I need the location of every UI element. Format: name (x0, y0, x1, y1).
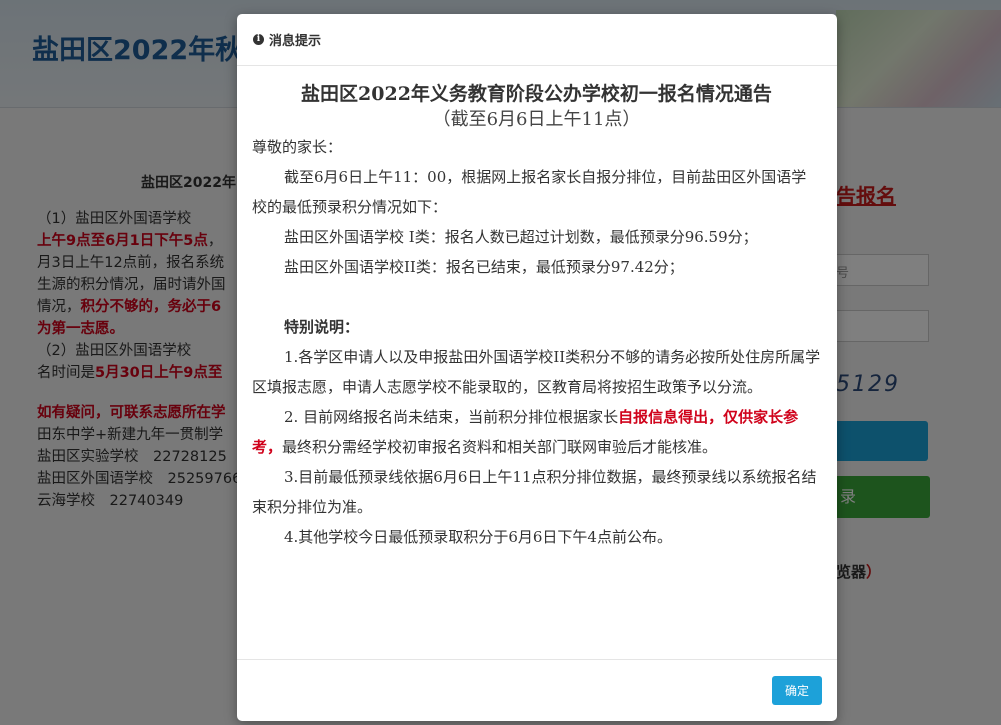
note-4: 4.其他学校今日最低预录取积分于6月6日下午4点前公布。 (284, 528, 672, 546)
notice-title: 盐田区2022年义务教育阶段公办学校初一报名情况通告 (301, 83, 772, 105)
message-dialog: i 消息提示 盐田区2022年义务教育阶段公办学校初一报名情况通告 （截至6月6… (237, 14, 837, 721)
notice-subtitle: （截至6月6日上午11点） (432, 109, 641, 130)
dialog-title: 消息提示 (269, 34, 322, 49)
info-circle-icon: i (253, 34, 264, 45)
class-one-result: 盐田区外国语学校 I类：报名人数已超过计划数，最低预录分96.59分； (284, 228, 758, 246)
class-two-result: 盐田区外国语学校II类：报名已结束，最低预录分97.42分； (284, 258, 684, 276)
note-2-text-a: 2. 目前网络报名尚未结束，当前积分排位根据家长 (284, 408, 619, 426)
greeting: 尊敬的家长： (252, 138, 343, 156)
note-3: 3.目前最低预录线依据6月6日上午11点积分排位数据，最终预录线以系统报名结束积… (252, 468, 817, 516)
note-2-text-b: 最终积分需经学校初审报名资料和相关部门联网审验后才能核准。 (282, 438, 718, 456)
special-heading: 特别说明： (284, 318, 360, 336)
intro-paragraph: 截至6月6日上午11：00，根据网上报名家长自报分排位，目前盐田区外国语学校的最… (252, 168, 807, 216)
dialog-footer: 确定 (237, 660, 837, 721)
dialog-body: 盐田区2022年义务教育阶段公办学校初一报名情况通告 （截至6月6日上午11点）… (237, 66, 837, 660)
confirm-button[interactable]: 确定 (772, 676, 822, 705)
dialog-header: i 消息提示 (237, 14, 837, 66)
note-2: 2. 目前网络报名尚未结束，当前积分排位根据家长自报信息得出，仅供家长参考，最终… (252, 402, 821, 462)
note-1: 1.各学区申请人以及申报盐田外国语学校II类积分不够的请务必按所处住房所属学区填… (252, 348, 821, 396)
